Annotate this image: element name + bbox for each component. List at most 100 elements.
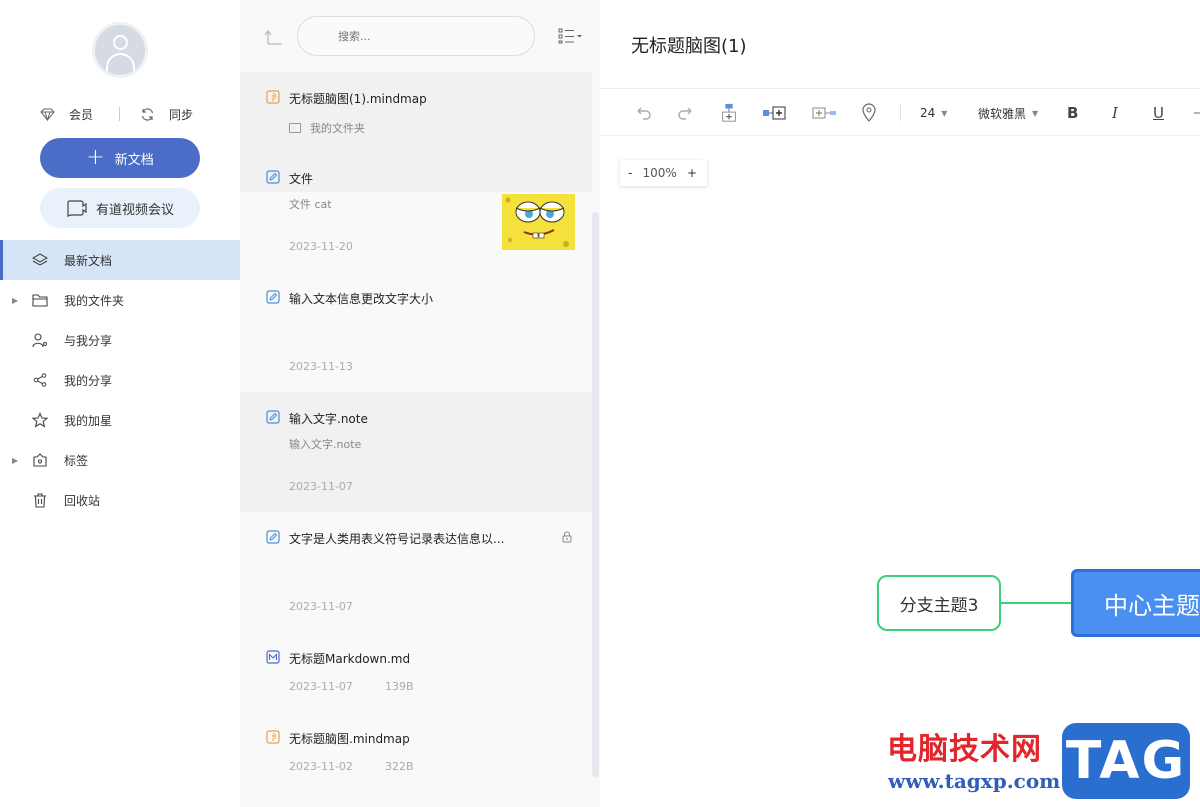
document-title: 文字是人类用表义符号记录表达信息以...	[289, 532, 505, 546]
document-thumbnail	[502, 194, 575, 250]
insert-parent-topic-icon[interactable]	[812, 103, 838, 123]
list-item[interactable]: 文件 文件 cat 2023-11-20	[240, 152, 592, 272]
sidebar-item-label: 我的文件夹	[64, 293, 125, 308]
location-pin-icon[interactable]	[861, 103, 877, 123]
document-title: 无标题脑图(1).mindmap	[289, 92, 427, 106]
document-preview: 输入文字.note	[289, 438, 362, 451]
video-chat-icon	[67, 200, 87, 217]
list-item[interactable]: 无标题脑图.mindmap 2023-11-02 322B	[240, 712, 592, 792]
document-date: 2023-11-07	[289, 480, 353, 493]
sync-button[interactable]: 同步	[140, 104, 193, 124]
document-date: 2023-11-02	[289, 760, 353, 773]
font-family-value: 微软雅黑	[978, 106, 1027, 121]
lock-icon	[562, 531, 572, 543]
bold-button[interactable]: B	[1067, 103, 1078, 123]
sidebar: 会员 同步 + 新文档 有道视频会议 最新文档 ▶ 我的文件夹 与我分享 我的分…	[0, 0, 240, 807]
sidebar-item-label: 与我分享	[64, 333, 113, 348]
undo-icon[interactable]	[633, 103, 653, 123]
redo-icon[interactable]	[676, 103, 696, 123]
font-family-select[interactable]: 微软雅黑 ▼	[978, 103, 1038, 123]
caret-right-icon[interactable]: ▶	[12, 296, 18, 305]
list-item[interactable]: 输入文字.note 输入文字.note 2023-11-07	[240, 392, 592, 512]
sidebar-item-label: 我的加星	[64, 413, 113, 428]
vip-button[interactable]: 会员	[40, 104, 93, 124]
plus-icon: +	[86, 145, 105, 170]
underline-button[interactable]: U	[1153, 103, 1164, 123]
branch-topic-node[interactable]: 分支主题3	[877, 575, 1001, 631]
sidebar-item-tags[interactable]: ▶ 标签	[0, 440, 240, 480]
sidebar-item-shared-with-me[interactable]: 与我分享	[0, 320, 240, 360]
editor-toolbar: 24 ▼ 微软雅黑 ▼ B I U	[600, 88, 1200, 136]
avatar[interactable]	[92, 22, 148, 78]
mindmap-file-icon	[266, 90, 280, 104]
insert-child-topic-icon[interactable]	[719, 103, 739, 123]
diamond-icon	[40, 108, 55, 121]
sidebar-item-label: 最新文档	[64, 253, 113, 268]
mindmap-file-icon	[266, 730, 280, 744]
folder-icon	[289, 123, 301, 133]
sidebar-nav: 最新文档 ▶ 我的文件夹 与我分享 我的分享 我的加星 ▶ 标签 回收站	[0, 240, 240, 520]
document-list-panel: 无标题脑图(1).mindmap 我的文件夹 文件 文件 cat 2023-11…	[240, 0, 600, 807]
folder-icon	[32, 294, 48, 307]
vip-label: 会员	[69, 107, 94, 122]
sidebar-item-trash[interactable]: 回收站	[0, 480, 240, 520]
caret-right-icon[interactable]: ▶	[12, 456, 18, 465]
sidebar-item-label: 我的分享	[64, 373, 113, 388]
video-meeting-button[interactable]: 有道视频会议	[40, 188, 200, 228]
share-icon	[33, 373, 47, 387]
document-folder: 我的文件夹	[289, 120, 365, 136]
list-scrollbar[interactable]	[592, 212, 599, 777]
font-size-select[interactable]: 24 ▼	[920, 103, 947, 123]
search-input[interactable]	[338, 29, 488, 43]
list-item[interactable]: 输入文本信息更改文字大小 2023-11-13	[240, 272, 592, 392]
insert-sibling-topic-icon[interactable]	[762, 103, 788, 123]
toolbar-divider	[900, 105, 901, 121]
sidebar-item-starred[interactable]: 我的加星	[0, 400, 240, 440]
mindmap-editor: 无标题脑图(1) 24 ▼ 微软雅黑 ▼ B I U - 100% + 分支主题3 …	[600, 0, 1200, 807]
zoom-out-button[interactable]: -	[628, 166, 632, 180]
document-title: 无标题脑图.mindmap	[289, 732, 410, 746]
list-view-toggle-icon[interactable]	[558, 28, 584, 44]
account-row: 会员 同步	[0, 104, 240, 124]
search-box[interactable]	[297, 16, 535, 56]
watermark-tag-logo: TAG	[1062, 723, 1190, 799]
watermark-site-name: 电脑技术网	[887, 732, 1042, 767]
note-file-icon	[266, 290, 280, 304]
divider	[119, 107, 120, 121]
document-title: 输入文字.note	[289, 412, 368, 426]
sidebar-item-my-folders[interactable]: ▶ 我的文件夹	[0, 280, 240, 320]
sidebar-item-my-shares[interactable]: 我的分享	[0, 360, 240, 400]
sync-icon	[141, 107, 154, 121]
note-file-icon	[266, 530, 280, 544]
zoom-control: - 100% +	[620, 160, 707, 186]
new-document-label: 新文档	[114, 152, 154, 168]
font-size-value: 24	[920, 106, 936, 120]
sidebar-item-label: 标签	[64, 453, 89, 468]
list-item[interactable]: 文字是人类用表义符号记录表达信息以... 2023-11-07	[240, 512, 592, 632]
go-up-icon[interactable]	[264, 26, 284, 46]
center-topic-node[interactable]: 中心主题	[1071, 569, 1200, 637]
document-preview: 文件 cat	[289, 198, 332, 211]
document-date: 2023-11-07	[289, 680, 353, 693]
document-date: 2023-11-07	[289, 600, 353, 613]
shared-with-me-icon	[32, 333, 47, 348]
italic-button[interactable]: I	[1112, 103, 1118, 123]
sync-label: 同步	[169, 107, 194, 122]
note-file-icon	[266, 410, 280, 424]
layers-icon	[32, 253, 48, 266]
document-title-header[interactable]: 无标题脑图(1)	[631, 32, 747, 58]
new-document-button[interactable]: + 新文档	[40, 138, 200, 178]
list-item[interactable]: 无标题Markdown.md 2023-11-07 139B	[240, 632, 592, 712]
note-file-icon	[266, 170, 280, 184]
sidebar-item-label: 回收站	[64, 493, 101, 508]
document-size: 322B	[385, 760, 414, 773]
document-size: 139B	[385, 680, 414, 693]
dropdown-arrow-icon: ▼	[941, 108, 948, 118]
zoom-in-button[interactable]: +	[687, 166, 697, 180]
strikethrough-icon[interactable]	[1194, 103, 1200, 123]
document-title: 无标题Markdown.md	[289, 652, 411, 666]
sidebar-item-recent[interactable]: 最新文档	[0, 240, 240, 280]
topic-connector-line	[1001, 602, 1073, 604]
dropdown-arrow-icon: ▼	[1032, 108, 1039, 118]
document-title: 文件	[289, 172, 314, 186]
